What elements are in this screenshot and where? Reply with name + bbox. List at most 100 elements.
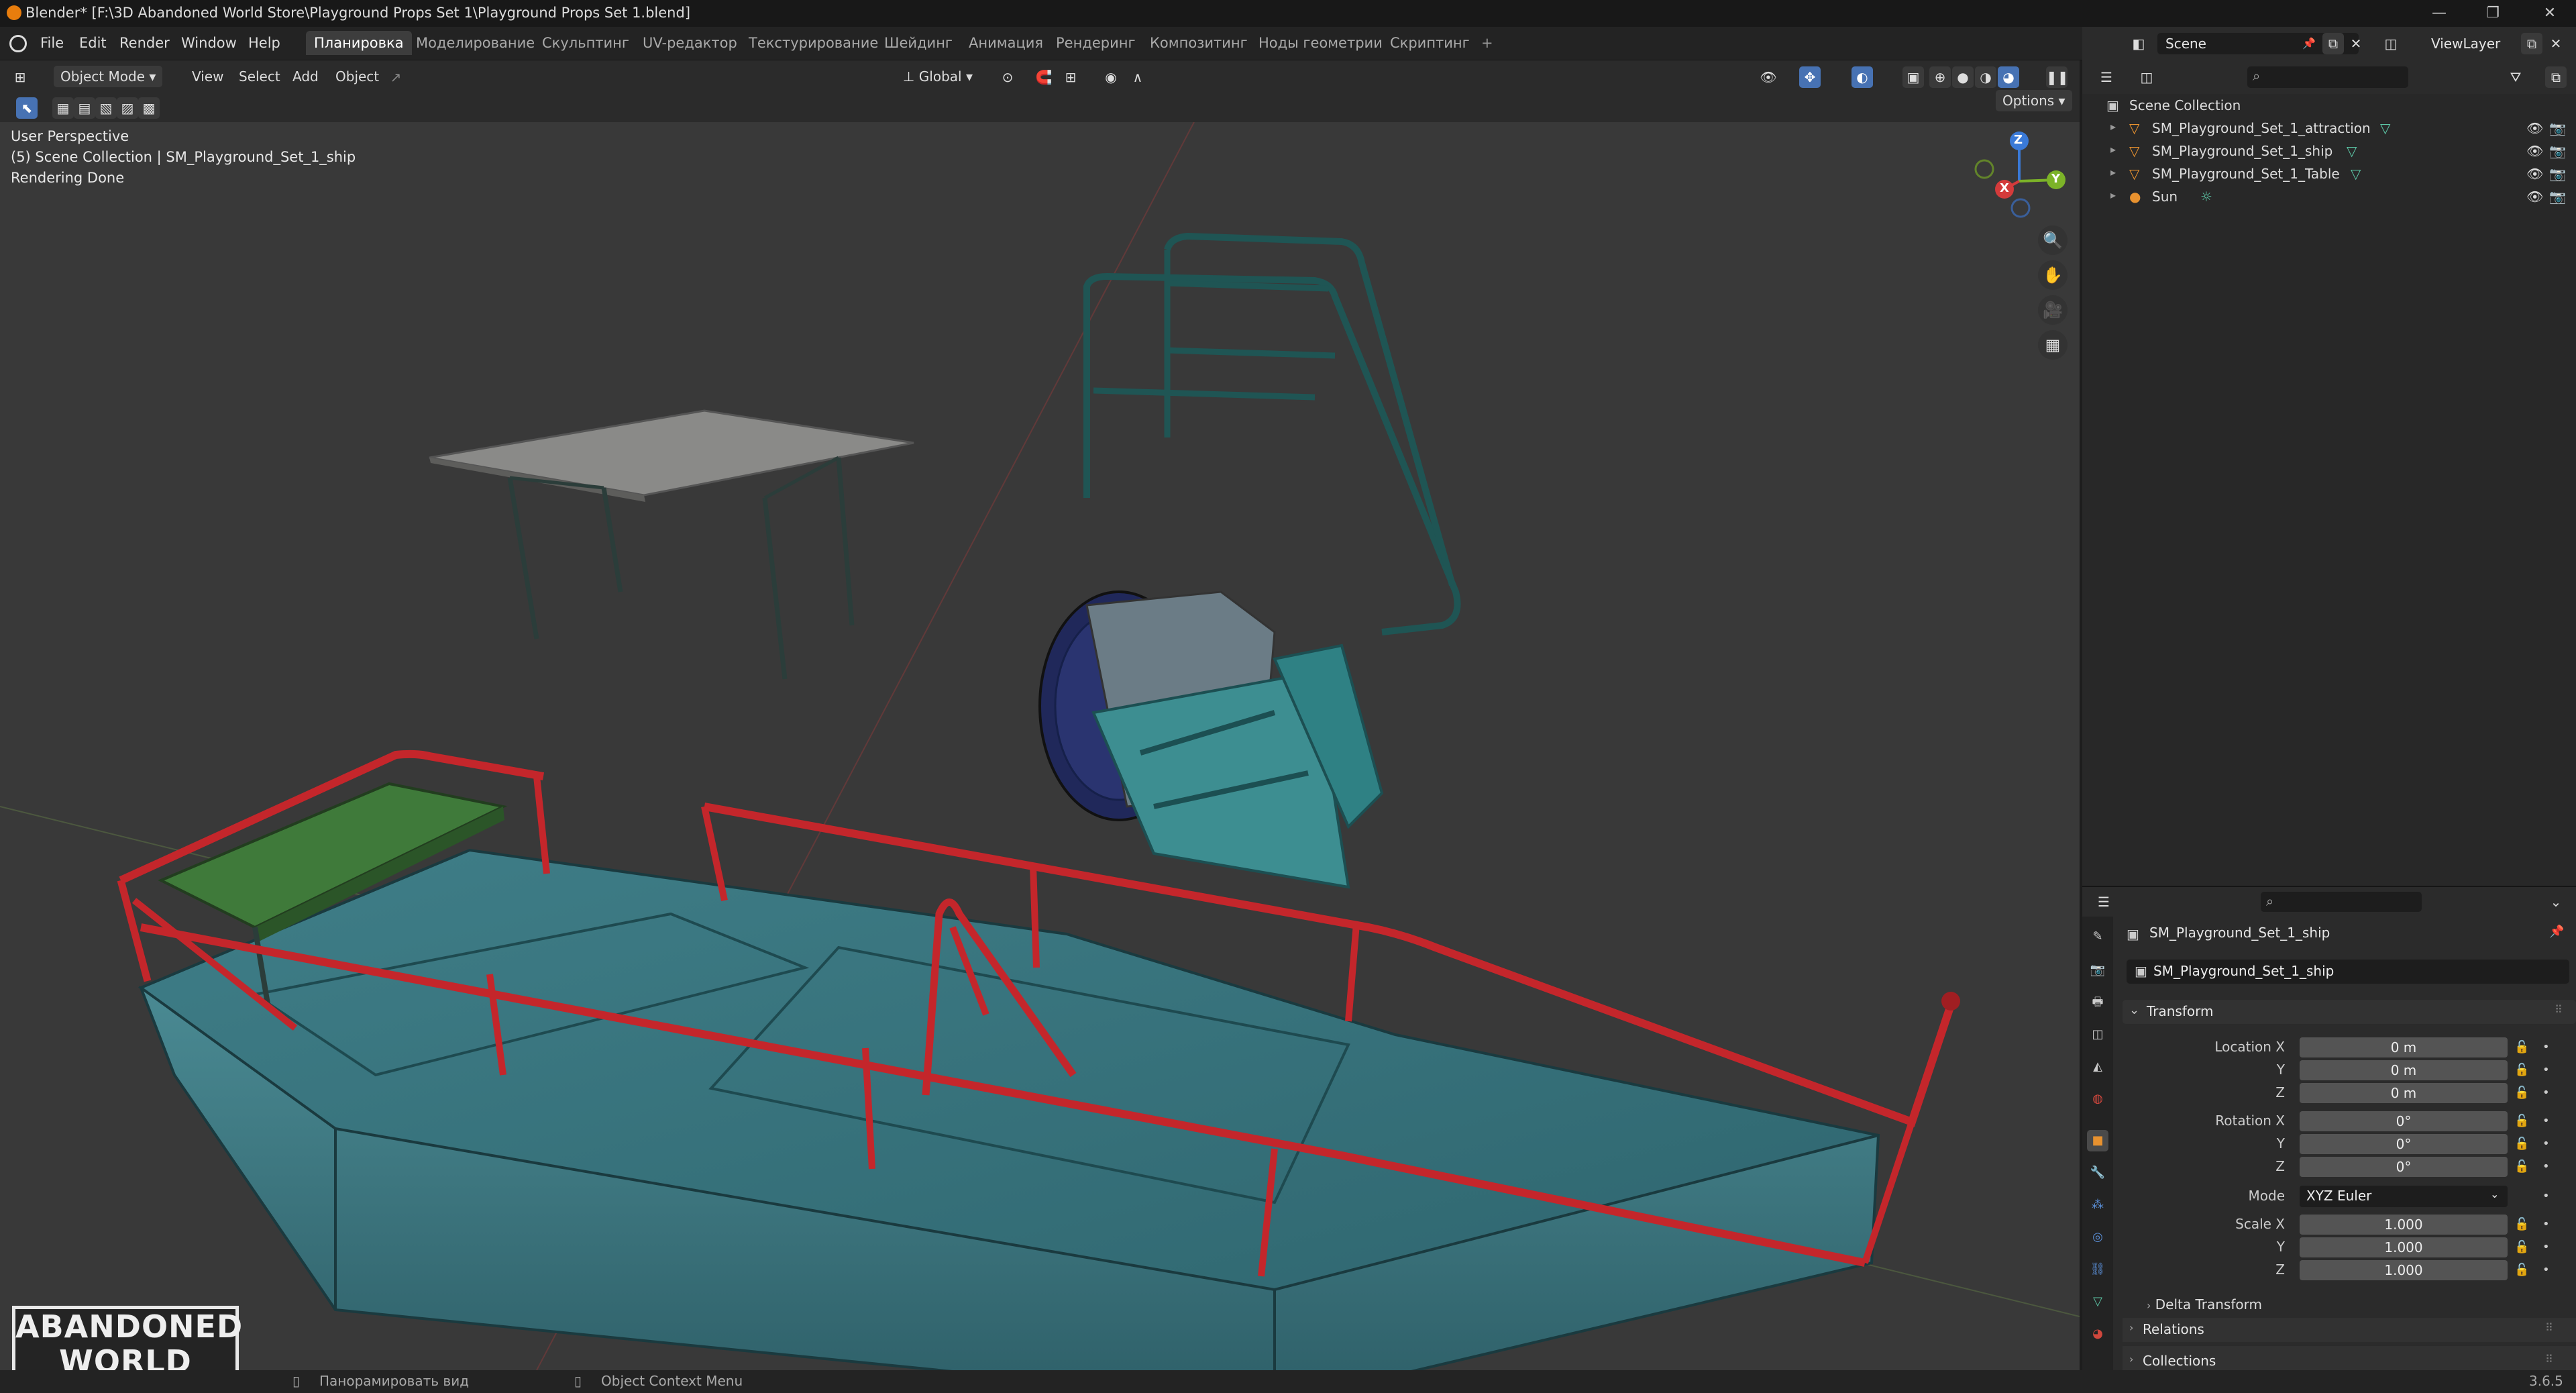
filter-icon[interactable]: ⛛ (2505, 66, 2526, 88)
new-collection-icon[interactable]: ⧉ (2545, 66, 2567, 88)
xray-icon[interactable]: ▣ (1902, 66, 1924, 88)
menu-add[interactable]: Add (286, 66, 325, 87)
menu-edit[interactable]: Edit (72, 32, 113, 54)
lock-icon[interactable]: 🔓 (2514, 1114, 2529, 1128)
pause-render-icon[interactable]: ❚❚ (2046, 66, 2069, 88)
scale-x-field[interactable]: 1.000 (2300, 1215, 2508, 1235)
select-mode-invert-icon[interactable]: ▨ (117, 97, 138, 119)
transform-panel-header[interactable]: ⌄ Transform ⠿ (2123, 1000, 2576, 1024)
tab-animation[interactable]: Анимация (961, 31, 1051, 55)
ortho-grid-icon[interactable]: ▦ (2038, 330, 2068, 360)
new-scene-icon[interactable]: ⧉ (2322, 33, 2344, 54)
location-z-field[interactable]: 0 m (2300, 1083, 2508, 1103)
lock-icon[interactable]: 🔓 (2514, 1137, 2529, 1151)
keyframe-dot-icon[interactable]: • (2542, 1263, 2550, 1277)
scale-z-field[interactable]: 1.000 (2300, 1260, 2508, 1280)
rotation-mode-dropdown[interactable]: XYZ Euler ⌄ (2300, 1186, 2508, 1207)
lock-icon[interactable]: 🔓 (2514, 1159, 2529, 1174)
world-tab-icon[interactable]: ◍ (2087, 1088, 2108, 1110)
modifier-tab-icon[interactable]: 🔧 (2087, 1162, 2108, 1184)
properties-editor-type-icon[interactable]: ☰ (2093, 891, 2114, 913)
expand-arrow-icon[interactable]: ▸ (2110, 143, 2116, 156)
menu-window[interactable]: Window (174, 32, 244, 54)
select-mode-subtract-icon[interactable]: ▧ (95, 97, 117, 119)
object-tab-icon[interactable]: ■ (2087, 1130, 2108, 1151)
keyframe-dot-icon[interactable]: • (2542, 1137, 2550, 1151)
particles-tab-icon[interactable]: ⁂ (2087, 1194, 2108, 1216)
menu-object[interactable]: Object (329, 66, 386, 87)
keyframe-dot-icon[interactable]: • (2542, 1086, 2550, 1100)
snap-target-icon[interactable]: ⊞ (1060, 66, 1081, 88)
falloff-icon[interactable]: ∧ (1127, 66, 1148, 88)
camera-icon[interactable]: 📷 (2549, 143, 2566, 159)
select-mode-extend-icon[interactable]: ▤ (74, 97, 95, 119)
options-dropdown[interactable]: Options ▾ (1996, 90, 2072, 111)
keyframe-dot-icon[interactable]: • (2542, 1240, 2550, 1254)
eye-icon[interactable]: 👁 (2526, 166, 2543, 182)
tab-geometry-nodes[interactable]: Ноды геометрии (1250, 31, 1391, 55)
location-x-field[interactable]: 0 m (2300, 1037, 2508, 1057)
lock-icon[interactable]: 🔓 (2514, 1217, 2529, 1231)
pan-hand-icon[interactable]: ✋ (2038, 260, 2068, 290)
visibility-icon[interactable]: 👁 (1758, 66, 1779, 88)
rotation-z-field[interactable]: 0° (2300, 1157, 2508, 1177)
constraints-tab-icon[interactable]: ⛓ (2087, 1259, 2108, 1280)
expand-arrow-icon[interactable]: ▸ (2110, 120, 2116, 133)
render-tab-icon[interactable]: 📷 (2087, 960, 2108, 981)
lock-icon[interactable]: 🔓 (2514, 1240, 2529, 1254)
select-mode-new-icon[interactable]: ▦ (52, 97, 74, 119)
lock-icon[interactable]: 🔓 (2514, 1086, 2529, 1100)
keyframe-dot-icon[interactable]: • (2542, 1159, 2550, 1174)
display-mode-icon[interactable]: ◫ (2136, 66, 2157, 88)
data-tab-icon[interactable]: ▽ (2087, 1291, 2108, 1312)
drag-handle-icon[interactable]: ⠿ (2545, 1353, 2553, 1365)
properties-search-input[interactable]: ⌕ (2261, 892, 2422, 912)
expand-arrow-icon[interactable]: ▸ (2110, 189, 2116, 201)
overlay-toggle-icon[interactable]: ◐ (1851, 66, 1873, 88)
scale-y-field[interactable]: 1.000 (2300, 1237, 2508, 1257)
output-tab-icon[interactable]: 🖶 (2087, 992, 2108, 1013)
close-button[interactable]: ✕ (2526, 0, 2574, 27)
wireframe-shading-icon[interactable]: ⊕ (1929, 66, 1951, 88)
keyframe-dot-icon[interactable]: • (2542, 1189, 2550, 1203)
lock-icon[interactable]: 🔓 (2514, 1063, 2529, 1077)
physics-tab-icon[interactable]: ◎ (2087, 1227, 2108, 1248)
camera-icon[interactable]: 📷 (2549, 189, 2566, 205)
delta-transform-subpanel[interactable]: › Delta Transform (2147, 1296, 2262, 1312)
3d-viewport[interactable] (0, 122, 2080, 1370)
eye-icon[interactable]: 👁 (2526, 120, 2543, 136)
minimize-button[interactable]: — (2415, 0, 2463, 27)
tool-tab-icon[interactable]: ✎ (2087, 926, 2108, 947)
keyframe-dot-icon[interactable]: • (2542, 1040, 2550, 1054)
outliner-item-sun[interactable]: ▸ ● Sun ☼ 👁 📷 (2082, 185, 2576, 208)
rotation-y-field[interactable]: 0° (2300, 1134, 2508, 1154)
mode-dropdown[interactable]: Object Mode ▾ (54, 66, 163, 87)
proportional-edit-icon[interactable]: ◉ (1100, 66, 1122, 88)
outliner-item-ship[interactable]: ▸ ▽ SM_Playground_Set_1_ship ▽ 👁 📷 (2082, 140, 2576, 162)
transform-orientation-dropdown[interactable]: ⊥ Global ▾ (896, 66, 979, 87)
navigation-gizmo[interactable]: Z Y X (1966, 127, 2073, 228)
zoom-icon[interactable]: 🔍 (2038, 225, 2068, 255)
view-layer-tab-icon[interactable]: ◫ (2087, 1024, 2108, 1045)
tab-uv-editing[interactable]: UV-редактор (635, 31, 745, 55)
eye-icon[interactable]: 👁 (2526, 189, 2543, 205)
outliner-item-table[interactable]: ▸ ▽ SM_Playground_Set_1_Table ▽ 👁 📷 (2082, 162, 2576, 185)
keyframe-dot-icon[interactable]: • (2542, 1217, 2550, 1231)
tab-shading[interactable]: Шейдинг (876, 31, 961, 55)
keyframe-dot-icon[interactable]: • (2542, 1114, 2550, 1128)
maximize-button[interactable]: ❐ (2469, 0, 2517, 27)
tab-layout[interactable]: Планировка (306, 31, 412, 55)
tab-sculpting[interactable]: Скульптинг (534, 31, 637, 55)
outliner-editor-type-icon[interactable]: ☰ (2096, 66, 2117, 88)
pivot-point-icon[interactable]: ⊙ (997, 66, 1018, 88)
collections-panel-header[interactable]: › Collections ⠿ (2123, 1346, 2576, 1370)
remove-scene-icon[interactable]: ✕ (2345, 33, 2367, 54)
rotation-x-field[interactable]: 0° (2300, 1111, 2508, 1131)
keyframe-dot-icon[interactable]: • (2542, 1063, 2550, 1077)
select-mode-intersect-icon[interactable]: ▩ (138, 97, 160, 119)
relations-panel-header[interactable]: › Relations ⠿ (2123, 1318, 2576, 1342)
eye-icon[interactable]: 👁 (2526, 143, 2543, 159)
menu-file[interactable]: File (34, 32, 70, 54)
solid-shading-icon[interactable]: ● (1952, 66, 1974, 88)
tab-modeling[interactable]: Моделирование (408, 31, 543, 55)
